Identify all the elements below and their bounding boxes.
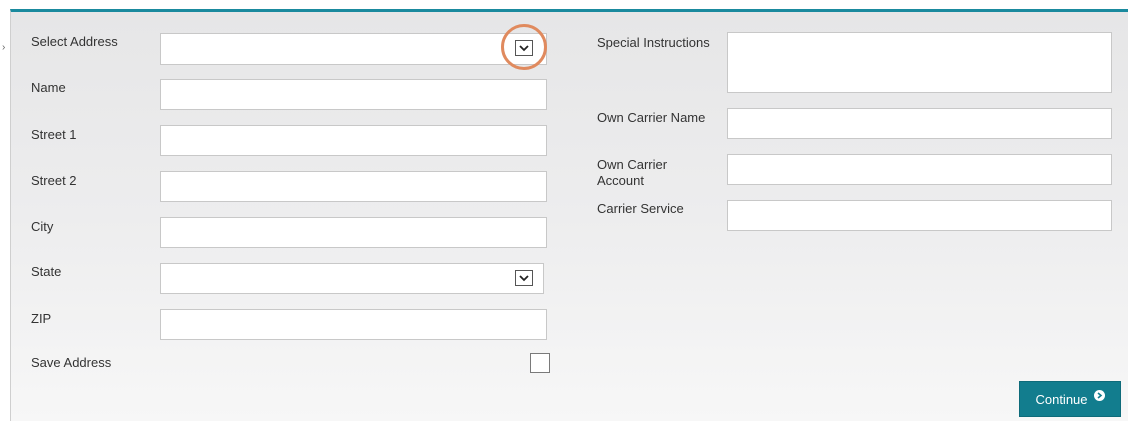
chevron-down-icon [519, 274, 529, 281]
own-carrier-account-input[interactable] [727, 154, 1112, 185]
street2-input[interactable] [160, 171, 547, 202]
arrow-right-circle-icon [1093, 389, 1105, 401]
select-address-label: Select Address [31, 34, 118, 49]
city-label: City [31, 219, 54, 234]
city-input[interactable] [160, 217, 547, 248]
own-carrier-account-label-line2: Account [597, 173, 644, 188]
continue-button-label: Continue [1035, 391, 1088, 407]
zip-input[interactable] [160, 309, 547, 340]
own-carrier-name-input[interactable] [727, 108, 1112, 139]
special-instructions-textarea[interactable] [727, 32, 1112, 93]
save-address-label: Save Address [31, 355, 112, 370]
state-dropdown[interactable] [160, 263, 544, 294]
carrier-service-input[interactable] [727, 200, 1112, 231]
special-instructions-label: Special Instructions [597, 35, 710, 50]
collapse-marker: › [2, 42, 6, 53]
own-carrier-account-label: Own Carrier Account [597, 157, 667, 189]
name-label: Name [31, 80, 66, 95]
zip-label: ZIP [31, 311, 52, 326]
name-input[interactable] [160, 79, 547, 110]
state-dropdown-button[interactable] [515, 270, 533, 286]
save-address-checkbox[interactable] [530, 353, 550, 373]
state-label: State [31, 264, 62, 279]
street1-input[interactable] [160, 125, 547, 156]
select-address-dropdown[interactable] [160, 33, 547, 65]
continue-button[interactable]: Continue [1019, 381, 1121, 417]
highlight-circle [501, 24, 547, 70]
street1-label: Street 1 [31, 127, 77, 142]
street2-label: Street 2 [31, 173, 77, 188]
own-carrier-name-label: Own Carrier Name [597, 110, 706, 125]
carrier-service-label: Carrier Service [597, 201, 684, 216]
own-carrier-account-label-line1: Own Carrier [597, 157, 668, 172]
